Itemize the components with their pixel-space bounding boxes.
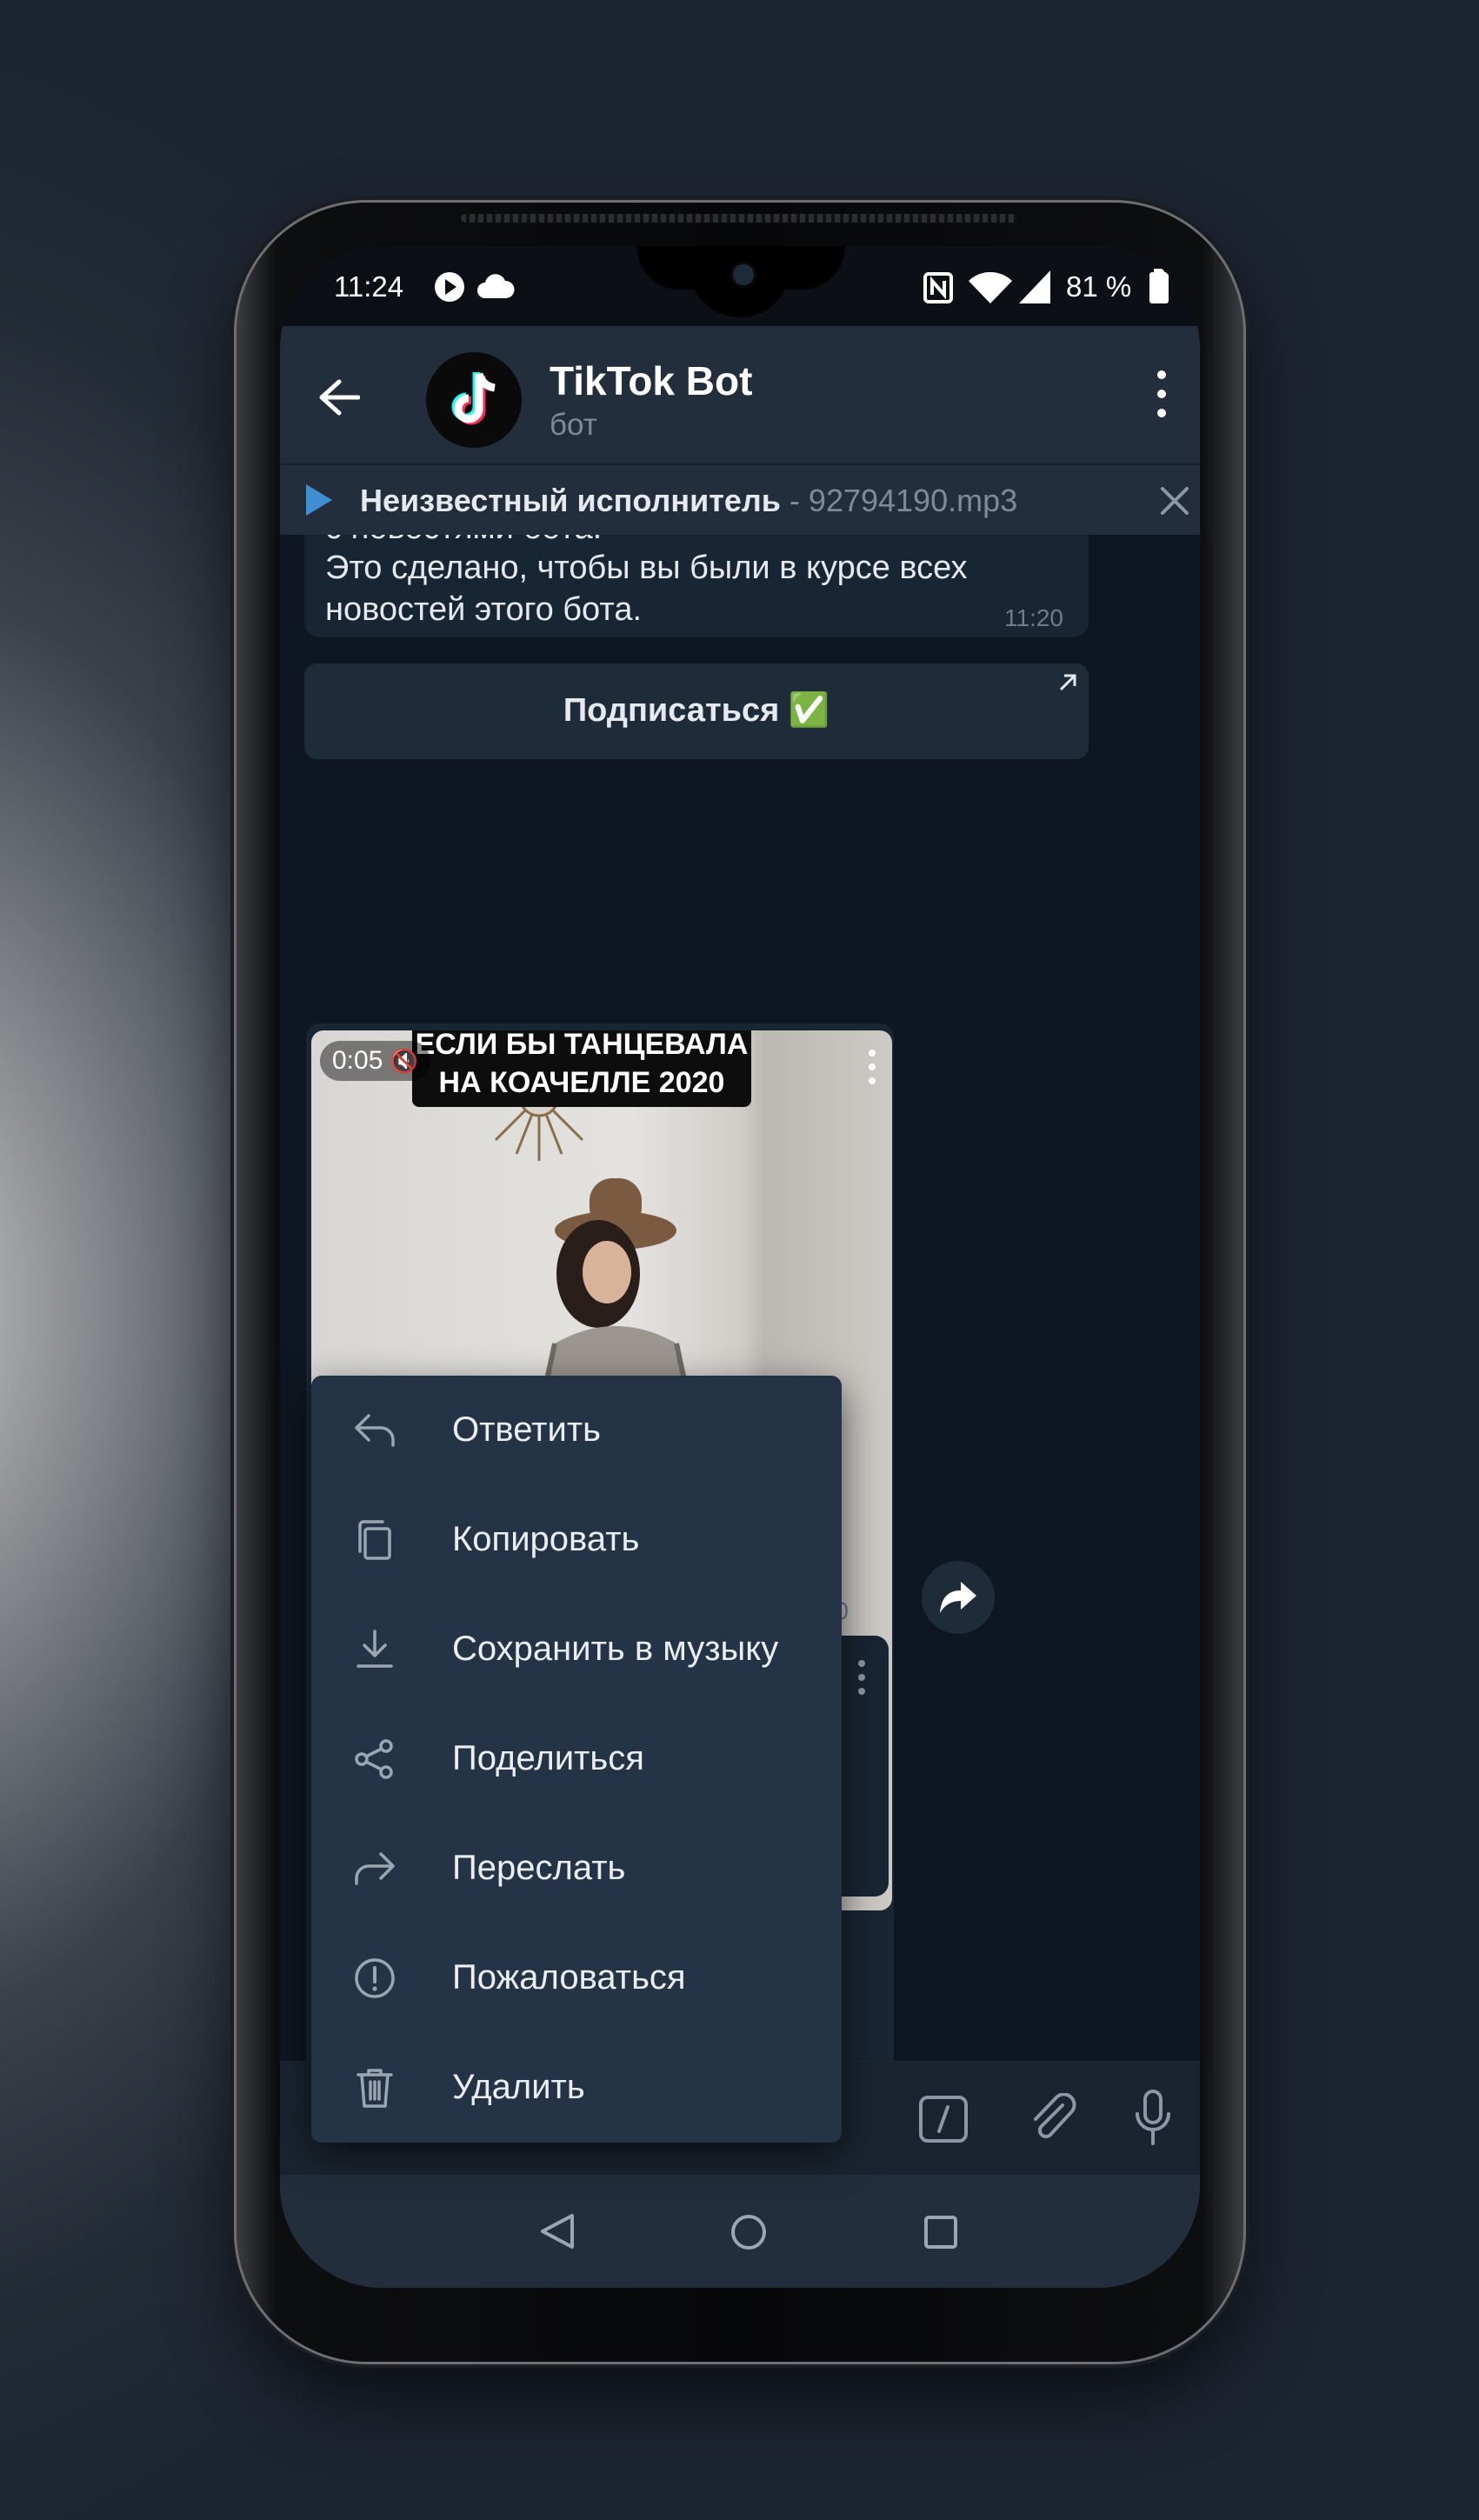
menu-item-delete[interactable]: Удалить	[311, 2033, 842, 2143]
chat-header: TikTok Bot бот	[280, 326, 1200, 463]
video-duration-badge: 0:05 🔇	[320, 1041, 431, 1081]
play-icon[interactable]	[306, 484, 332, 516]
menu-item-label: Копировать	[452, 1520, 640, 1558]
message-options-icon[interactable]	[857, 1658, 866, 1698]
status-bar: 11:24 81 %	[280, 246, 1200, 326]
play-notification-icon	[435, 272, 464, 302]
close-icon[interactable]	[1160, 486, 1189, 516]
back-arrow-icon[interactable]	[318, 378, 360, 417]
wifi-icon	[969, 272, 1012, 303]
message-text-line2: новостей этого бота.	[325, 591, 643, 628]
audio-player-bar[interactable]: Неизвестный исполнитель - 92794190.mp3	[280, 463, 1200, 537]
video-caption-line1: ЕСЛИ БЫ ТАНЦЕВАЛА	[415, 1030, 749, 1061]
microphone-icon[interactable]	[1134, 2090, 1172, 2145]
menu-item-label: Переслать	[452, 1849, 626, 1887]
track-separator: -	[780, 483, 809, 518]
track-file: 92794190.mp3	[808, 483, 1018, 518]
video-caption-overlay: ЕСЛИ БЫ ТАНЦЕВАЛА НА КОАЧЕЛЛЕ 2020	[412, 1030, 751, 1107]
more-options-icon[interactable]	[1156, 368, 1167, 420]
copy-icon	[358, 1520, 391, 1560]
bot-avatar[interactable]	[426, 352, 522, 448]
tiktok-logo-icon	[451, 372, 496, 425]
track-performer: Неизвестный исполнитель	[360, 483, 781, 518]
attach-icon[interactable]	[1028, 2093, 1078, 2145]
menu-item-forward[interactable]: Переслать	[311, 1814, 842, 1923]
external-link-icon	[1059, 674, 1076, 691]
menu-item-label: Поделиться	[452, 1739, 644, 1777]
earpiece-speaker	[461, 214, 1017, 223]
nav-home-icon[interactable]	[730, 2213, 768, 2251]
menu-item-reply[interactable]: Ответить	[311, 1376, 842, 1485]
nfc-icon	[923, 272, 953, 303]
forward-icon	[355, 1852, 395, 1885]
message-time: 11:20	[1004, 604, 1063, 631]
delete-icon	[356, 2069, 393, 2108]
battery-icon	[1149, 269, 1169, 303]
battery-level: 81 %	[1066, 270, 1132, 303]
muted-speaker-icon[interactable]: 🔇	[390, 1048, 418, 1074]
android-navigation-bar	[280, 2175, 1200, 2288]
message-context-menu: Ответить Копировать Сохранить в музыку П…	[311, 1376, 842, 2143]
menu-item-copy[interactable]: Копировать	[311, 1485, 842, 1595]
share-arrow-icon	[940, 1582, 976, 1613]
video-duration: 0:05	[332, 1046, 383, 1075]
nav-recents-icon[interactable]	[923, 2215, 958, 2250]
menu-item-label: Ответить	[452, 1410, 601, 1449]
menu-item-label: Удалить	[452, 2068, 585, 2106]
menu-item-report[interactable]: Пожаловаться	[311, 1923, 842, 2033]
subscribe-label: Подписаться ✅	[563, 692, 830, 729]
video-options-icon[interactable]	[868, 1048, 876, 1088]
chat-subtitle: бот	[550, 408, 597, 442]
bot-command-icon[interactable]	[918, 2095, 969, 2143]
message-text-line1: Это сделано, чтобы вы были в курсе всех	[325, 550, 968, 586]
subscribe-inline-button[interactable]: Подписаться ✅	[304, 663, 1089, 759]
reply-icon	[355, 1414, 395, 1447]
menu-item-save-to-music[interactable]: Сохранить в музыку	[311, 1595, 842, 1704]
download-icon	[356, 1630, 393, 1668]
menu-item-label: Пожаловаться	[452, 1958, 686, 1997]
share-icon	[355, 1739, 393, 1779]
menu-item-label: Сохранить в музыку	[452, 1630, 779, 1668]
track-info: Неизвестный исполнитель - 92794190.mp3	[360, 483, 1017, 519]
share-button[interactable]	[922, 1561, 995, 1634]
signal-icon	[1019, 270, 1050, 303]
report-icon	[355, 1958, 395, 1998]
nav-back-icon[interactable]	[539, 2213, 576, 2250]
chat-title: TikTok Bot	[550, 358, 753, 403]
status-time: 11:24	[334, 270, 404, 303]
front-camera	[730, 262, 756, 288]
video-caption-line2: НА КОАЧЕЛЛЕ 2020	[438, 1066, 725, 1099]
menu-item-share[interactable]: Поделиться	[311, 1704, 842, 1814]
text-message[interactable]: с новостями бота. Это сделано, чтобы вы …	[304, 535, 1089, 637]
cloud-icon	[477, 274, 515, 298]
